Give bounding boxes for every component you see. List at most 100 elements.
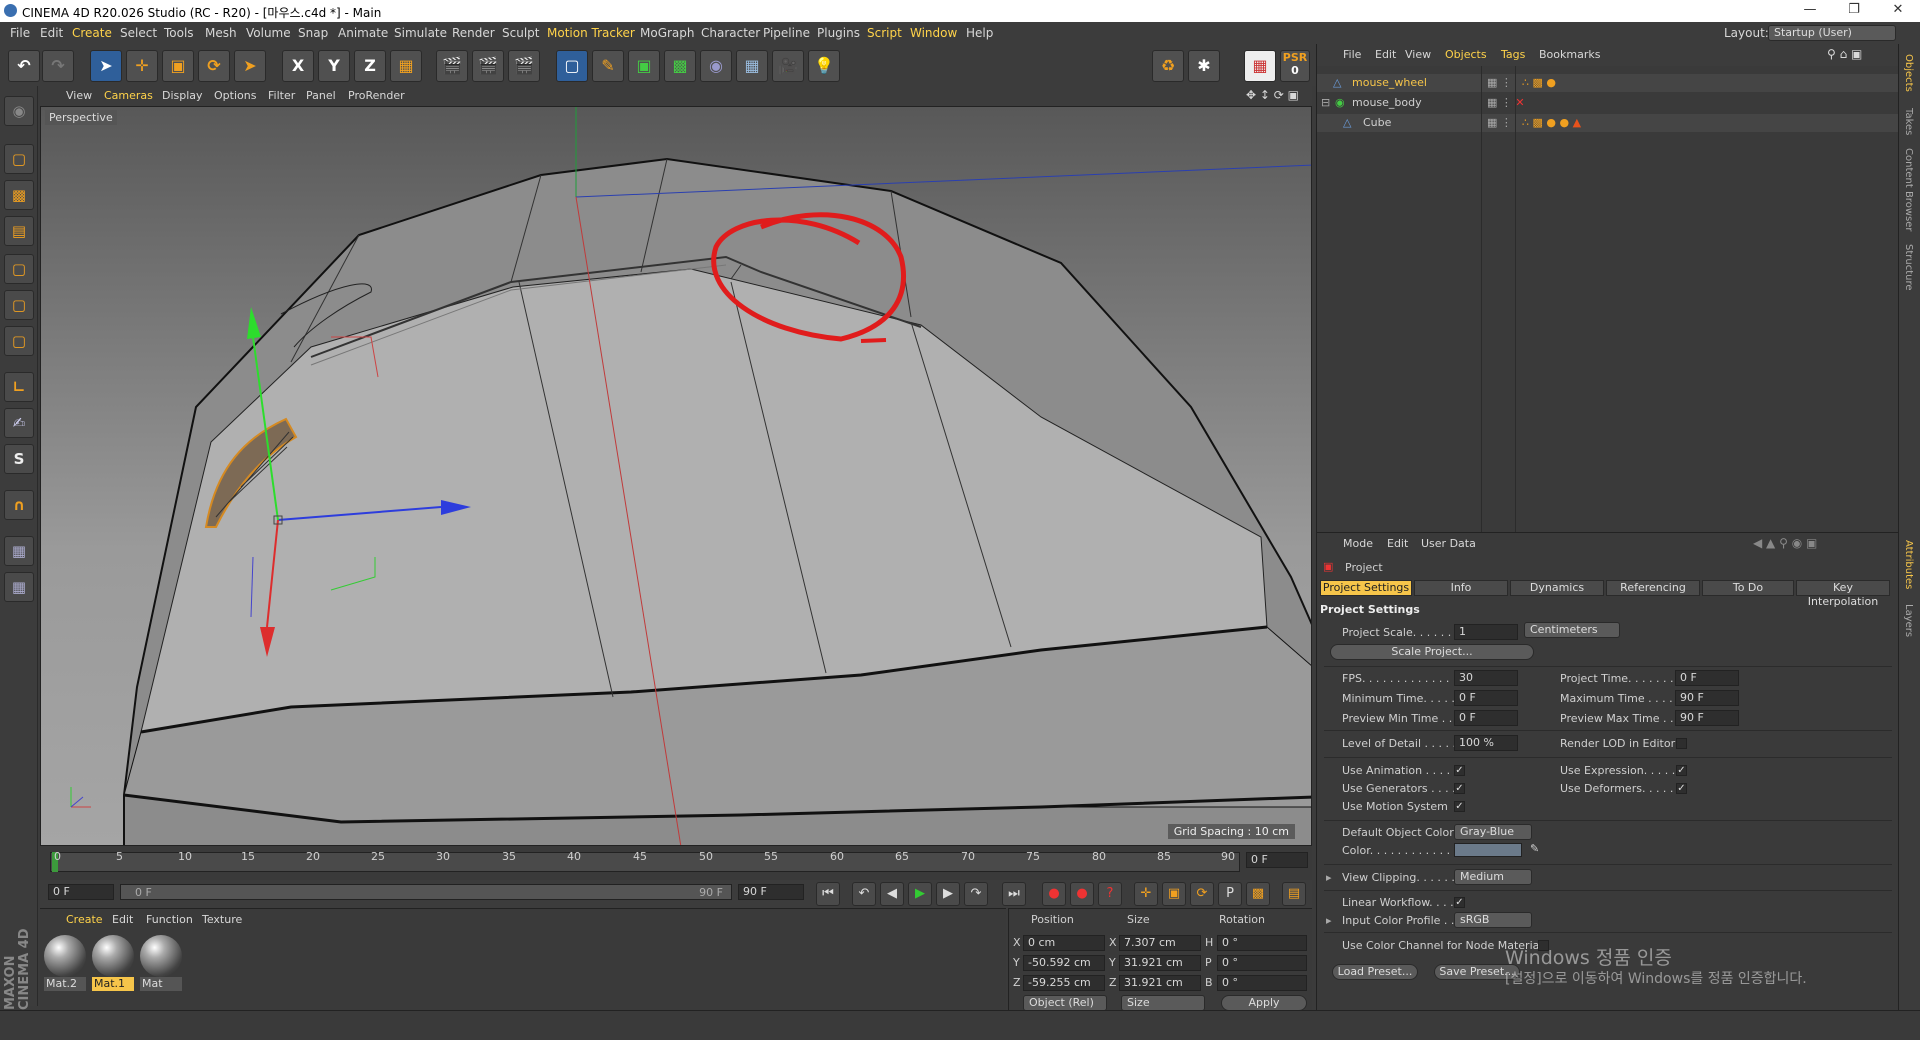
magnet-snap-icon[interactable]: ∩ [4, 490, 34, 520]
object-row-cube[interactable]: △ Cube ▦ ⋮ ∴ ▩ ● ● ▲ [1317, 114, 1899, 132]
input-color-dropdown[interactable]: sRGB [1454, 912, 1532, 928]
size-x-field[interactable]: 7.307 cm [1119, 935, 1201, 951]
load-preset-button[interactable]: Load Preset... [1332, 964, 1418, 980]
key-scale-icon[interactable]: ▣ [1162, 882, 1186, 906]
tab-key-interpolation[interactable]: Key Interpolation [1796, 580, 1890, 608]
use-animation-checkbox[interactable]: ✓ [1454, 765, 1465, 776]
viewport-nav-icon[interactable]: ✥ ↕ ⟳ ▣ [1246, 88, 1299, 102]
menu-render[interactable]: Render [452, 26, 495, 40]
menu-help[interactable]: Help [966, 26, 993, 40]
menu-script[interactable]: Script [867, 26, 902, 40]
points-mode-icon[interactable]: ▢ [4, 254, 34, 284]
linear-workflow-checkbox[interactable]: ✓ [1454, 897, 1465, 908]
obj-menu-bookmarks[interactable]: Bookmarks [1539, 48, 1600, 61]
cube-primitive-icon[interactable]: ▢ [556, 50, 588, 82]
rotate-icon[interactable]: ⟳ [198, 50, 230, 82]
make-editable-icon[interactable]: ◉ [4, 96, 34, 126]
texture-mode-icon[interactable]: ▩ [4, 180, 34, 210]
array-generator-icon[interactable]: ▩ [664, 50, 696, 82]
rotation-b-field[interactable]: 0 ° [1217, 975, 1307, 991]
key-position-icon[interactable]: ✛ [1134, 882, 1158, 906]
render-settings-icon[interactable]: 🎬 [508, 50, 540, 82]
vp-menu-view[interactable]: View [66, 89, 92, 102]
range-slider[interactable]: 0 F 90 F [120, 884, 732, 900]
material-name[interactable]: Mat.1 [92, 977, 134, 991]
fps-field[interactable]: 30 [1454, 670, 1518, 686]
size-y-field[interactable]: 31.921 cm [1119, 955, 1201, 971]
material-name[interactable]: Mat.2 [44, 977, 86, 991]
play-icon[interactable]: ▶ [908, 882, 932, 906]
key-rotation-icon[interactable]: ⟳ [1190, 882, 1214, 906]
material-swatch[interactable] [140, 935, 182, 977]
menu-select[interactable]: Select [120, 26, 157, 40]
tab-dynamics[interactable]: Dynamics [1510, 580, 1604, 596]
next-frame-icon[interactable]: ▶ [936, 882, 960, 906]
menu-mesh[interactable]: Mesh [205, 26, 237, 40]
obj-search-icon[interactable]: ⚲ ⌂ ▣ [1827, 47, 1862, 61]
menu-sculpt[interactable]: Sculpt [502, 26, 539, 40]
object-name[interactable]: mouse_body [1352, 96, 1422, 109]
psr-lock[interactable]: PSR 0 [1280, 50, 1310, 82]
obj-menu-tags[interactable]: Tags [1501, 48, 1525, 61]
apply-button[interactable]: Apply [1221, 995, 1307, 1011]
rotation-h-field[interactable]: 0 ° [1217, 935, 1307, 951]
spline-pen-icon[interactable]: ✎ [592, 50, 624, 82]
autokey-icon[interactable]: ● [1070, 882, 1094, 906]
start-frame-field[interactable]: 0 F [48, 884, 114, 900]
attr-menu-mode[interactable]: Mode [1343, 537, 1373, 550]
visibility-toggle-icon[interactable]: ▦ ⋮ [1487, 116, 1512, 129]
position-z-field[interactable]: -59.255 cm [1023, 975, 1105, 991]
viewport-scene[interactable] [41, 107, 1312, 846]
camera-icon[interactable]: 🎥 [772, 50, 804, 82]
deformer-icon[interactable]: ◉ [700, 50, 732, 82]
obj-menu-edit[interactable]: Edit [1375, 48, 1396, 61]
obj-menu-objects[interactable]: Objects [1445, 48, 1487, 61]
default-color-dropdown[interactable]: Gray-Blue [1454, 824, 1532, 840]
side-tab-attributes[interactable]: Attributes [1903, 540, 1914, 589]
mat-menu-function[interactable]: Function [146, 913, 193, 926]
menu-pipeline[interactable]: Pipeline [763, 26, 810, 40]
keyframe-selection-icon[interactable]: ? [1098, 882, 1122, 906]
menu-character[interactable]: Character [701, 26, 760, 40]
coordinate-system-icon[interactable]: ▦ [390, 50, 422, 82]
side-tab-objects[interactable]: Objects [1903, 54, 1914, 92]
object-name[interactable]: mouse_wheel [1352, 76, 1427, 89]
z-axis-lock[interactable]: Z [354, 50, 386, 82]
project-time-field[interactable]: 0 F [1675, 670, 1739, 686]
select-arrow-icon[interactable]: ➤ [90, 50, 122, 82]
locked-workplane-icon[interactable]: ▦ [4, 536, 34, 566]
x-axis-lock[interactable]: X [282, 50, 314, 82]
lod-field[interactable]: 100 % [1454, 735, 1518, 751]
timeline-ruler[interactable]: 0 5 10 15 20 25 30 35 40 45 50 55 60 65 … [40, 846, 1312, 880]
vp-menu-prorender[interactable]: ProRender [348, 89, 405, 102]
size-z-field[interactable]: 31.921 cm [1119, 975, 1201, 991]
object-row-mouse-wheel[interactable]: △ mouse_wheel ▦ ⋮ ∴ ▩ ● [1317, 74, 1899, 92]
menu-tools[interactable]: Tools [164, 26, 194, 40]
coord-mode-dropdown[interactable]: Object (Rel) [1023, 995, 1107, 1011]
workplane-mode-icon[interactable]: ▤ [4, 216, 34, 246]
minimize-icon[interactable]: — [1790, 2, 1830, 20]
planar-workplane-icon[interactable]: ▦ [4, 572, 34, 602]
rotation-p-field[interactable]: 0 ° [1217, 955, 1307, 971]
attr-nav-icons[interactable]: ◀ ▲ ⚲ ◉ ▣ [1753, 536, 1817, 550]
end-frame-field[interactable]: 90 F [738, 884, 804, 900]
floor-icon[interactable]: ▦ [736, 50, 768, 82]
timeline-window-icon[interactable]: ▤ [1282, 882, 1306, 906]
prev-key-icon[interactable]: ↶ [852, 882, 876, 906]
menu-motion-tracker[interactable]: Motion Tracker [547, 26, 635, 40]
recent-tool-icon[interactable]: ➤ [234, 50, 266, 82]
expand-icon[interactable]: ▸ [1326, 914, 1332, 927]
render-lod-checkbox[interactable] [1676, 738, 1687, 749]
visibility-toggle-icon[interactable]: ▦ ⋮ [1487, 76, 1512, 89]
use-deformers-checkbox[interactable]: ✓ [1676, 783, 1687, 794]
view-clipping-dropdown[interactable]: Medium [1454, 869, 1532, 885]
min-time-field[interactable]: 0 F [1454, 690, 1518, 706]
scale-icon[interactable]: ▣ [162, 50, 194, 82]
current-frame-field[interactable]: 0 F [1246, 852, 1308, 868]
max-time-field[interactable]: 90 F [1675, 690, 1739, 706]
menu-edit[interactable]: Edit [40, 26, 63, 40]
object-row-mouse-body[interactable]: ⊟ ◉ mouse_body ▦ ⋮ ✕ [1317, 94, 1899, 112]
attr-menu-user-data[interactable]: User Data [1421, 537, 1476, 550]
project-scale-field[interactable]: 1 [1454, 624, 1518, 640]
menu-mograph[interactable]: MoGraph [640, 26, 695, 40]
